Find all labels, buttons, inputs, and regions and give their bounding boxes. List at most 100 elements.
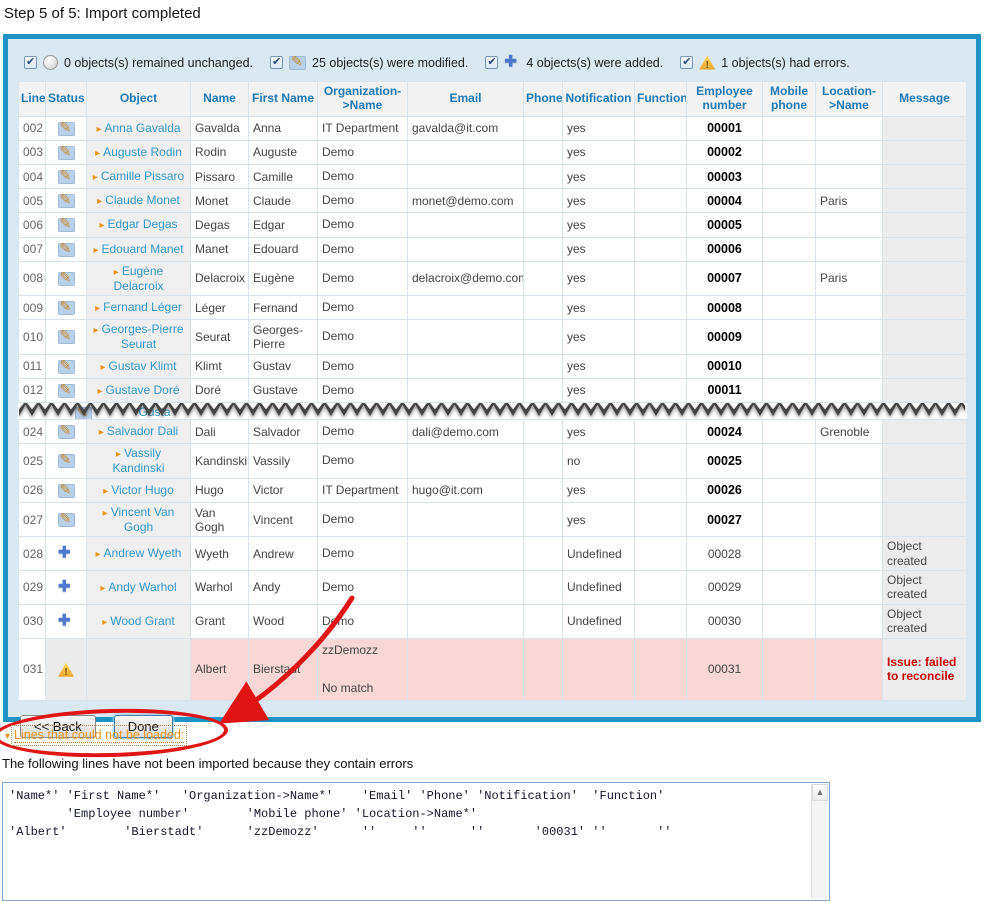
cell-mobile-phone (763, 354, 816, 378)
cell-organization: Demo (318, 571, 408, 605)
cell-message (883, 261, 967, 295)
cell-email: monet@demo.com (408, 189, 524, 213)
object-link[interactable]: Eugène Delacroix (113, 264, 163, 293)
error-lines-textarea[interactable]: 'Name*' 'First Name*' 'Organization->Nam… (2, 782, 830, 901)
object-link[interactable]: Edgar Degas (107, 217, 177, 231)
object-link[interactable]: Gustave Doré (105, 383, 179, 397)
disclosure-arrow-icon: ▸ (95, 303, 100, 314)
object-link[interactable]: Fernand Léger (103, 300, 182, 314)
cell-object: ▸Eugène Delacroix (87, 261, 191, 295)
table-row: 004 ▸Camille Pissaro Pissaro Camille Dem… (19, 164, 967, 188)
cell-function (635, 444, 687, 478)
cell-object: ▸Fernand Léger (87, 296, 191, 320)
pencil-icon (58, 243, 75, 257)
cell-first-name: Anna (249, 116, 318, 140)
cell-mobile-phone (763, 571, 816, 605)
object-link[interactable]: Camille Pissaro (101, 169, 184, 183)
column-header: Line (19, 82, 46, 117)
cell-object: ▸Georges-Pierre Seurat (87, 320, 191, 354)
table-row: 010 ▸Georges-Pierre Seurat Seurat George… (19, 320, 967, 354)
cell-phone (524, 571, 563, 605)
lines-not-loaded-link[interactable]: Lines that could not be loaded: (14, 728, 184, 743)
cell-organization: Demo (318, 296, 408, 320)
column-header: Name (191, 82, 249, 117)
object-link[interactable]: Georges-Pierre Seurat (102, 322, 184, 351)
pencil-icon (58, 218, 75, 232)
object-link[interactable]: Salvador Dali (107, 424, 178, 438)
cell-function (635, 478, 687, 502)
object-link[interactable]: Anna Gavalda (104, 121, 180, 135)
cell-organization: Demo (318, 320, 408, 354)
cell-email (408, 140, 524, 164)
cell-status (46, 478, 87, 502)
column-header: Mobile phone (763, 82, 816, 117)
disclosure-arrow-icon: ▸ (103, 486, 108, 497)
object-link[interactable]: Gustav Klimt (109, 359, 177, 373)
table-row: 006 ▸Edgar Degas Degas Edgar Demo yes 00… (19, 213, 967, 237)
textarea-scrollbar[interactable]: ▲ (811, 784, 828, 899)
cell-first-name: Auguste (249, 140, 318, 164)
pencil-icon (58, 360, 75, 374)
cell-notification: yes (563, 261, 635, 295)
object-link[interactable]: Claude Monet (105, 193, 180, 207)
cell-first-name: Vassily (249, 444, 318, 478)
cell-location: Paris (816, 261, 883, 295)
cell-line: 031 (19, 638, 46, 701)
errors-checkbox[interactable] (680, 56, 693, 69)
cell-mobile-phone (763, 213, 816, 237)
cell-first-name: Camille (249, 164, 318, 188)
cell-email (408, 378, 524, 402)
cell-line: 008 (19, 261, 46, 295)
cell-object: ▸Auguste Rodin (87, 140, 191, 164)
added-checkbox[interactable] (485, 56, 498, 69)
cell-location (816, 502, 883, 536)
cell-message (883, 213, 967, 237)
cell-mobile-phone (763, 378, 816, 402)
cell-status (46, 420, 87, 444)
cell-email: hugo@it.com (408, 478, 524, 502)
cell-notification: yes (563, 189, 635, 213)
column-header: Object (87, 82, 191, 117)
cell-line: 003 (19, 140, 46, 164)
column-header: Message (883, 82, 967, 117)
table-row: 012 ▸Gustave Doré Doré Gustave Demo yes … (19, 378, 967, 402)
cell-name: Kandinski (191, 444, 249, 478)
cell-first-name: Edouard (249, 237, 318, 261)
cell-function (635, 571, 687, 605)
cell-mobile-phone (763, 140, 816, 164)
object-link[interactable]: Auguste Rodin (103, 145, 182, 159)
modified-checkbox[interactable] (270, 56, 283, 69)
cell-line: 009 (19, 296, 46, 320)
cell-employee-number: 00008 (687, 296, 763, 320)
cell-mobile-phone (763, 537, 816, 571)
cell-object: ▸Andrew Wyeth (87, 537, 191, 571)
cell-location (816, 354, 883, 378)
column-header: Location->Name (816, 82, 883, 117)
object-link[interactable]: Edouard Manet (101, 242, 183, 256)
unchanged-checkbox[interactable] (24, 56, 37, 69)
object-link[interactable]: Victor Hugo (111, 483, 173, 497)
cell-location: Grenoble (816, 420, 883, 444)
object-link[interactable]: Vincent Van Gogh (111, 505, 175, 534)
column-header: Notification (563, 82, 635, 117)
cell-location (816, 116, 883, 140)
object-link[interactable]: Andrew Wyeth (104, 546, 182, 560)
cell-phone (524, 140, 563, 164)
disclosure-arrow-icon: ▸ (100, 583, 105, 594)
plus-icon (58, 614, 74, 629)
cell-name: Grant (191, 604, 249, 638)
pencil-icon (58, 170, 75, 184)
cell-object: ▸Claude Monet (87, 189, 191, 213)
cell-employee-number: 00005 (687, 213, 763, 237)
scroll-up-icon[interactable]: ▲ (812, 784, 828, 801)
cell-message: Issue: failed to reconcile (883, 638, 967, 701)
cell-location (816, 604, 883, 638)
cell-notification (563, 638, 635, 701)
cell-organization: Demo (318, 261, 408, 295)
cell-mobile-phone (763, 502, 816, 536)
cell-name: Gavalda (191, 116, 249, 140)
object-link[interactable]: Andy Warhol (108, 580, 176, 594)
table-row: 031 Albert Bierstadt zzDemozz No match 0… (19, 638, 967, 701)
cell-message (883, 420, 967, 444)
object-link[interactable]: Wood Grant (110, 614, 174, 628)
